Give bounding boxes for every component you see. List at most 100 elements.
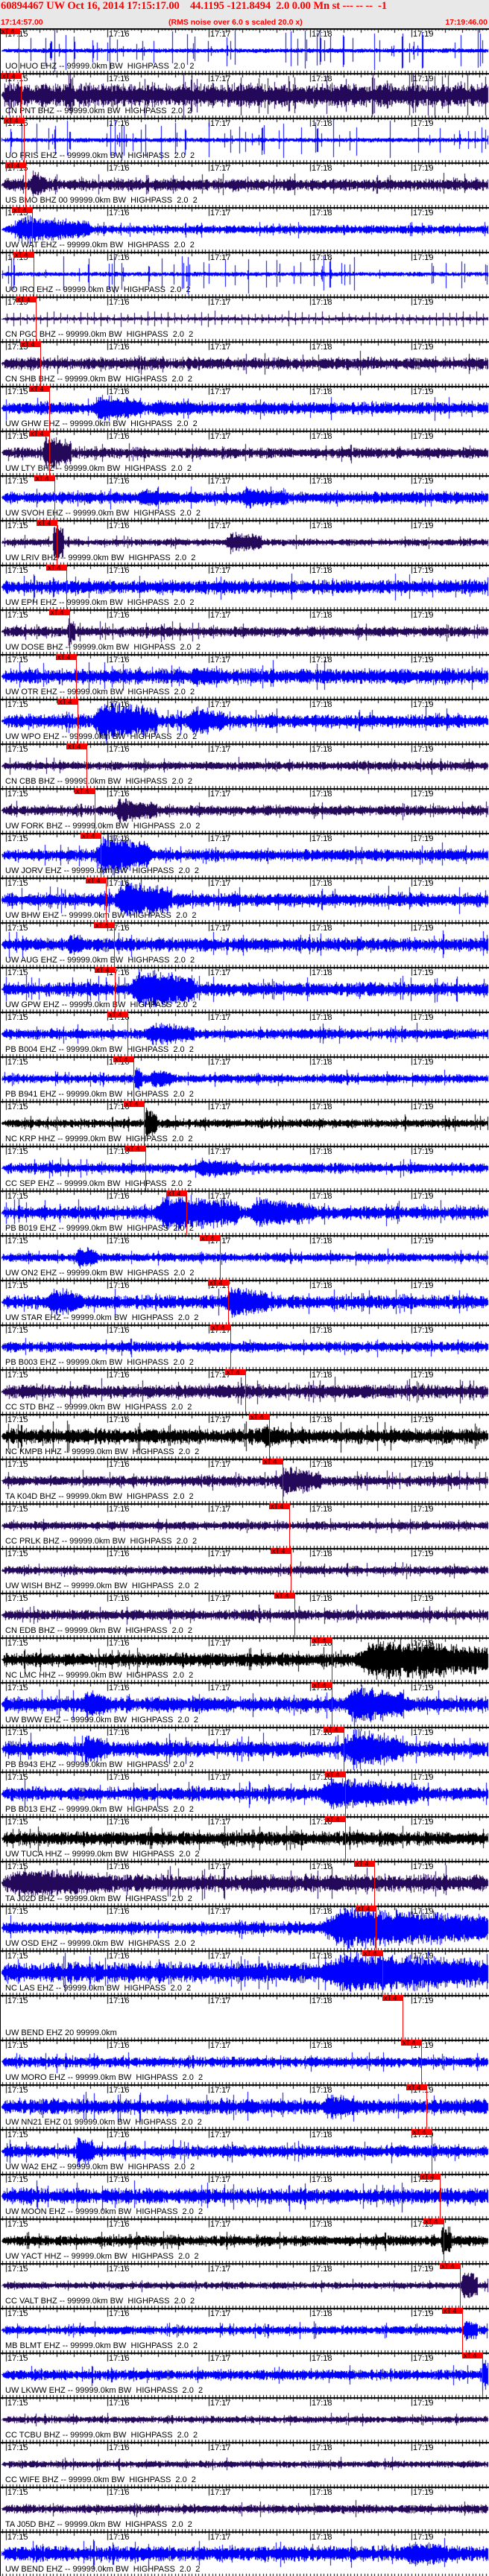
time-tick-label: 17:18 [312,924,332,933]
phase-pick-marker[interactable]: xT 4 [262,1459,283,1465]
phase-pick-marker[interactable]: xT 4 [462,2353,482,2359]
station-label: CN CBB BHZ -- 99999.0km BW HIGHPASS 2.0 … [5,777,193,786]
station-label: UW WAT EHZ -- 99999.0km BW HIGHPASS 2.0 … [5,241,195,250]
phase-pick-marker[interactable]: xT 4 [12,207,32,214]
phase-pick-marker[interactable]: xT 4 [274,1593,294,1599]
phase-pick-marker[interactable]: xT 4 [312,1637,332,1644]
time-tick-label: 17:17 [210,1728,231,1737]
phase-pick-marker[interactable]: xT 4 [107,1012,127,1018]
phase-pick-marker[interactable]: xT 4 [46,565,66,571]
station-label: CN PGC BHZ -- 99999.0km BW HIGHPASS 2.0 … [5,330,194,339]
station-label: UW ON2 EHZ -- 99999.0km BW HIGHPASS 2.0 … [5,1269,195,1278]
phase-pick-marker[interactable]: xT 4 [225,1369,245,1376]
phase-pick-marker[interactable]: xT 4 [411,2129,432,2136]
phase-pick-marker[interactable]: xT 4 [200,1235,220,1242]
phase-pick-marker[interactable]: xT 4 [86,878,106,884]
station-label: CC TCBU BHZ -- 99999.0km BW HIGHPASS 2.0… [5,2431,198,2440]
phase-pick-marker[interactable]: xT 4 [124,1101,144,1108]
trace-panel: 17:15 17:16 17:17 17:18 17:19 UW LRIV BHZ -- … [0,520,489,565]
phase-pick-marker[interactable]: xT 4 [324,1727,344,1733]
time-tick-label: 17:15 [7,1549,28,1558]
phase-pick-marker[interactable]: xT 4 [20,341,40,348]
trace-panel: 17:15 17:16 17:17 17:18 17:19 UW DOSE BHZ -- … [0,609,489,654]
time-tick-label: 17:16 [109,1281,130,1290]
phase-pick-marker[interactable]: xT 4 [249,1414,269,1421]
phase-pick-line [186,1190,187,1235]
phase-pick-marker[interactable]: xT 4 [29,386,49,393]
phase-pick-marker[interactable]: xT 4 [423,2218,444,2225]
phase-pick-marker[interactable]: xT 4 [269,1503,289,1510]
trace-panel: 17:15 17:16 17:17 17:18 17:19 PB B003 EHZ -- … [0,1325,489,1369]
station-label: UW MOON EHZ -- 99999.0km BW HIGHPASS 2.0… [5,2207,204,2216]
trace-panel: 17:15 17:16 17:17 17:18 17:19 UW YACT HHZ -- … [0,2218,489,2263]
phase-pick-marker[interactable]: xT 4 [13,252,34,258]
phase-pick-marker[interactable]: xT 4 [354,1861,374,1868]
phase-pick-marker[interactable]: xT 4 [4,118,24,124]
phase-pick-marker[interactable]: xT 4 [57,699,78,705]
phase-pick-marker[interactable]: xT 4 [0,28,20,35]
phase-pick-marker[interactable]: xT 4 [29,431,49,437]
phase-pick-marker[interactable]: xT 4 [66,743,86,750]
time-tick-label: 17:15 [7,2354,28,2363]
time-tick-label: 17:17 [210,74,231,83]
phase-pick-marker[interactable]: xT 4 [356,1906,376,1912]
time-tick-label: 17:15 [7,1862,28,1871]
time-tick-label: 17:16 [109,1594,130,1603]
phase-pick-marker[interactable]: xT 4 [16,296,36,303]
phase-pick-marker[interactable]: xT 4 [325,1771,345,1778]
phase-pick-marker[interactable]: xT 4 [49,609,69,616]
time-tick-label: 17:17 [210,879,231,888]
time-tick-label: 17:15 [7,1058,28,1067]
station-label: NC KRP HHZ -- 99999.0km BW HIGHPASS 2.0 … [5,1135,193,1143]
phase-pick-marker[interactable]: xT 4 [113,1056,133,1063]
phase-pick-marker[interactable]: xT 4 [166,1190,186,1197]
phase-pick-marker[interactable]: xT 4 [37,520,57,527]
time-tick-label: 17:17 [210,164,231,173]
time-tick-label: 17:17 [210,1058,231,1067]
time-tick-label: 17:16 [109,343,130,352]
trace-panel: 17:15 17:16 17:17 17:18 17:19 NC KMPB HHZ -- … [0,1414,489,1459]
trace-panel: 17:15 17:16 17:17 17:18 17:19 UW LKWW EHZ -- … [0,2353,489,2397]
time-tick-label: 17:15 [7,1103,28,1111]
phase-pick-line [230,1325,231,1369]
time-tick-label: 17:15 [7,2175,28,2184]
time-tick-label: 17:16 [109,879,130,888]
phase-pick-marker[interactable]: xT 4 [56,654,76,661]
time-tick-label: 17:18 [312,2533,332,2542]
time-tick-label: 17:16 [109,2443,130,2452]
phase-pick-marker[interactable]: xT 4 [325,1816,345,1823]
phase-pick-line [69,609,70,654]
phase-pick-marker[interactable]: xT 4 [406,2084,426,2091]
time-tick-label: 17:18 [312,1996,332,2005]
phase-pick-marker[interactable]: xT 4 [95,967,115,974]
phase-pick-marker[interactable]: xT 4 [34,475,54,482]
phase-pick-marker[interactable]: xT 4 [81,833,101,840]
phase-pick-marker[interactable]: xT 4 [1,73,21,80]
phase-pick-marker[interactable]: xT 4 [362,1950,382,1957]
phase-pick-marker[interactable]: xT 4 [5,162,25,169]
phase-pick-marker[interactable]: xT 4 [420,2174,440,2180]
station-label: UW BEND EHZ 20 99999.0km [5,2028,117,2037]
phase-pick-marker[interactable]: xT 4 [75,788,95,795]
phase-pick-marker[interactable]: xT 4 [440,2263,460,2270]
phase-pick-marker[interactable]: xT 4 [125,1146,145,1152]
time-tick-label: 17:19 [413,1907,434,1916]
time-tick-label: 17:17 [210,343,231,352]
time-tick-label: 17:18 [312,477,332,486]
phase-pick-marker[interactable]: xT 4 [382,1995,403,2002]
phase-pick-marker[interactable]: xT 4 [271,1548,291,1555]
time-tick-label: 17:19 [413,1728,434,1737]
time-tick-label: 17:19 [413,1818,434,1827]
phase-pick-line [24,118,25,162]
time-tick-label: 17:16 [109,1818,130,1827]
phase-pick-marker[interactable]: xT 4 [94,922,114,929]
trace-panel: 17:1517:1617:1717:1817:19UW ON2 EHZ -- 9… [0,1235,489,1280]
phase-pick-marker[interactable]: xT 4 [401,2040,421,2046]
time-tick-label: 17:19 [413,2443,434,2452]
phase-pick-marker[interactable]: xT 4 [312,1682,332,1689]
phase-pick-marker[interactable]: xT 4 [442,2308,462,2315]
phase-pick-marker[interactable]: xT 4 [208,1280,228,1287]
time-tick-label: 17:17 [210,1147,231,1156]
time-tick-label: 17:15 [7,1818,28,1827]
phase-pick-marker[interactable]: xT 4 [210,1325,230,1331]
